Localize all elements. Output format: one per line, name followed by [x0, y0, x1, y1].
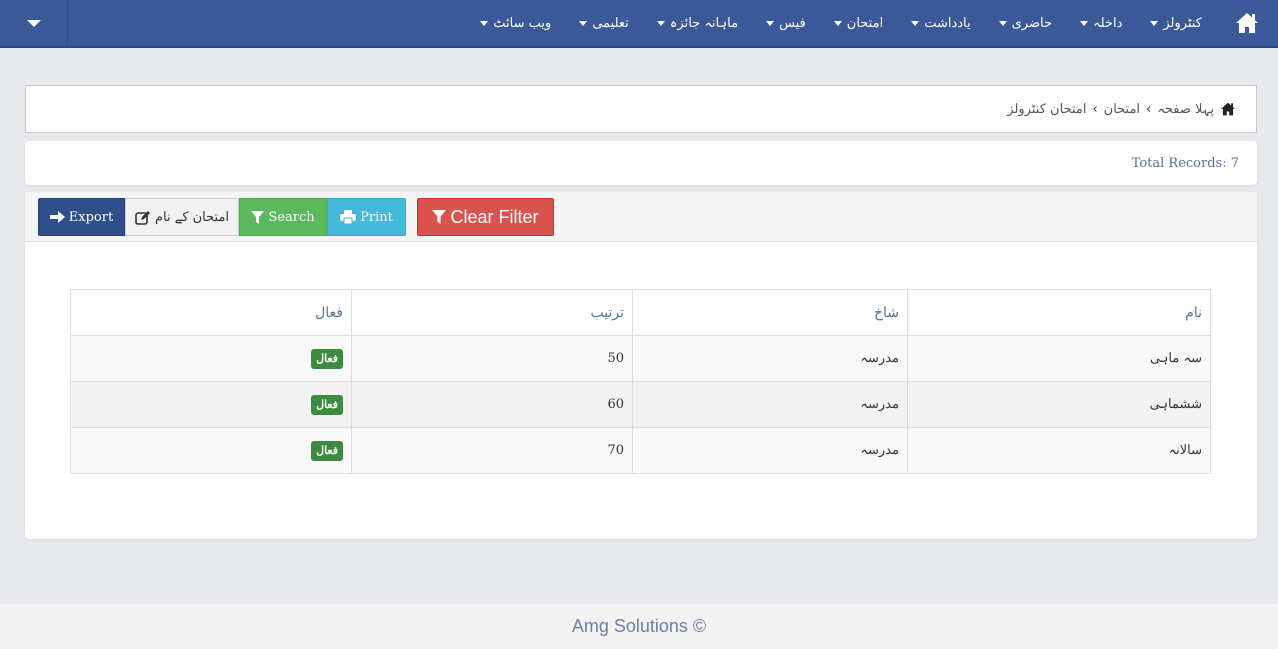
- cell-order: 70: [351, 427, 633, 474]
- nav-item-website[interactable]: ویب سائٹ: [466, 0, 565, 46]
- filter-icon: [432, 210, 447, 224]
- breadcrumb-item-current: امتحان کنٹرولز: [1007, 101, 1087, 117]
- nav-item-fees[interactable]: فیس: [752, 0, 820, 46]
- column-header-active[interactable]: فعال: [70, 289, 352, 336]
- edit-icon: [135, 210, 150, 225]
- home-icon: [1236, 13, 1258, 33]
- table-row[interactable]: سالانہ مدرسہ 70 فعال: [70, 427, 1211, 474]
- nav-item-label: ویب سائٹ: [493, 15, 552, 31]
- nav-home-button[interactable]: [1216, 0, 1278, 46]
- nav-item-label: حاضری: [1011, 15, 1053, 31]
- footer-text: Amg Solutions ©: [571, 616, 707, 636]
- nav-item-monthly-review[interactable]: ماہانہ جائزہ: [643, 0, 752, 46]
- nav-item-label: تعلیمی: [592, 15, 629, 31]
- search-button[interactable]: Search: [239, 198, 327, 236]
- caret-down-icon: [1080, 20, 1089, 26]
- table-header-row: نام شاخ ترتیب فعال: [70, 289, 1211, 336]
- total-records: Total Records: 7: [1131, 155, 1239, 171]
- table-row[interactable]: ششماہی مدرسہ 60 فعال: [70, 381, 1211, 428]
- toolbar: Export امتحان کے نام Search Print Clear …: [25, 192, 1257, 242]
- nav-item-exam[interactable]: امتحان: [820, 0, 897, 46]
- column-header-order[interactable]: ترتیب: [351, 289, 633, 336]
- active-badge: فعال: [311, 348, 343, 369]
- cell-active: فعال: [70, 335, 352, 382]
- chevron-left-icon: ‹: [1092, 101, 1098, 117]
- export-label: Export: [68, 209, 114, 225]
- print-icon: [340, 210, 357, 224]
- column-header-name[interactable]: نام: [907, 289, 1211, 336]
- nav-item-educational[interactable]: تعلیمی: [565, 0, 642, 46]
- nav-item-attendance[interactable]: حاضری: [985, 0, 1066, 46]
- exam-names-button[interactable]: امتحان کے نام: [125, 198, 239, 236]
- column-header-branch[interactable]: شاخ: [632, 289, 908, 336]
- caret-down-icon: [911, 20, 920, 26]
- cell-branch: مدرسہ: [632, 381, 908, 428]
- exam-table: نام شاخ ترتیب فعال سہ ماہی مدرسہ 50 فعال…: [70, 289, 1211, 474]
- nav-item-label: ماہانہ جائزہ: [669, 15, 739, 31]
- filter-icon: [251, 210, 265, 224]
- cell-active: فعال: [70, 381, 352, 428]
- caret-down-icon: [766, 20, 775, 26]
- chevron-left-icon: ‹: [1146, 101, 1152, 117]
- cell-active: فعال: [70, 427, 352, 474]
- cell-name: سالانہ: [907, 427, 1211, 474]
- caret-down-icon: [480, 20, 489, 26]
- table-row[interactable]: سہ ماہی مدرسہ 50 فعال: [70, 335, 1211, 382]
- cell-order: 60: [351, 381, 633, 428]
- cell-name: سہ ماہی: [907, 335, 1211, 382]
- cell-branch: مدرسہ: [632, 427, 908, 474]
- breadcrumb-item-home[interactable]: پہلا صفحہ: [1157, 102, 1214, 117]
- caret-down-icon: [26, 19, 41, 27]
- caret-down-icon: [1150, 20, 1159, 26]
- caret-down-icon: [579, 20, 588, 26]
- caret-down-icon: [656, 20, 665, 26]
- nav-item-label: یادداشت: [924, 15, 971, 31]
- nav-item-controls[interactable]: کنٹرولز: [1136, 0, 1216, 46]
- breadcrumb-item-exam[interactable]: امتحان: [1104, 102, 1140, 117]
- print-label: Print: [360, 209, 393, 225]
- clear-filter-button[interactable]: Clear Filter: [417, 198, 554, 236]
- nav-item-notes[interactable]: یادداشت: [897, 0, 984, 46]
- nav-item-label: امتحان: [846, 15, 884, 31]
- active-badge: فعال: [311, 394, 343, 415]
- exam-names-label: امتحان کے نام: [154, 209, 230, 225]
- nav-item-label: داخلہ: [1093, 15, 1123, 31]
- caret-down-icon: [833, 20, 842, 26]
- top-navbar: کنٹرولز داخلہ حاضری یادداشت امتحان فیس م…: [0, 0, 1278, 48]
- home-icon[interactable]: [1220, 102, 1236, 116]
- nav-toggle-button[interactable]: [0, 0, 68, 46]
- breadcrumb: پہلا صفحہ ‹ امتحان ‹ امتحان کنٹرولز: [1007, 102, 1236, 117]
- main-panel: Export امتحان کے نام Search Print Clear …: [25, 192, 1257, 539]
- caret-down-icon: [998, 20, 1007, 26]
- print-button[interactable]: Print: [327, 198, 406, 236]
- nav-item-label: کنٹرولز: [1163, 15, 1202, 31]
- clear-filter-label: Clear Filter: [450, 206, 539, 227]
- arrow-right-icon: [49, 211, 65, 223]
- nav-item-label: فیس: [779, 15, 806, 31]
- search-label: Search: [268, 209, 315, 225]
- records-panel: Total Records: 7: [25, 141, 1257, 185]
- nav-menu: کنٹرولز داخلہ حاضری یادداشت امتحان فیس م…: [466, 0, 1278, 46]
- footer: Amg Solutions ©: [0, 604, 1278, 649]
- cell-order: 50: [351, 335, 633, 382]
- cell-branch: مدرسہ: [632, 335, 908, 382]
- cell-name: ششماہی: [907, 381, 1211, 428]
- nav-item-admission[interactable]: داخلہ: [1066, 0, 1136, 46]
- exam-table-wrapper: نام شاخ ترتیب فعال سہ ماہی مدرسہ 50 فعال…: [70, 289, 1211, 474]
- breadcrumb-panel: پہلا صفحہ ‹ امتحان ‹ امتحان کنٹرولز: [25, 85, 1257, 133]
- export-button[interactable]: Export: [38, 198, 125, 236]
- active-badge: فعال: [311, 440, 343, 461]
